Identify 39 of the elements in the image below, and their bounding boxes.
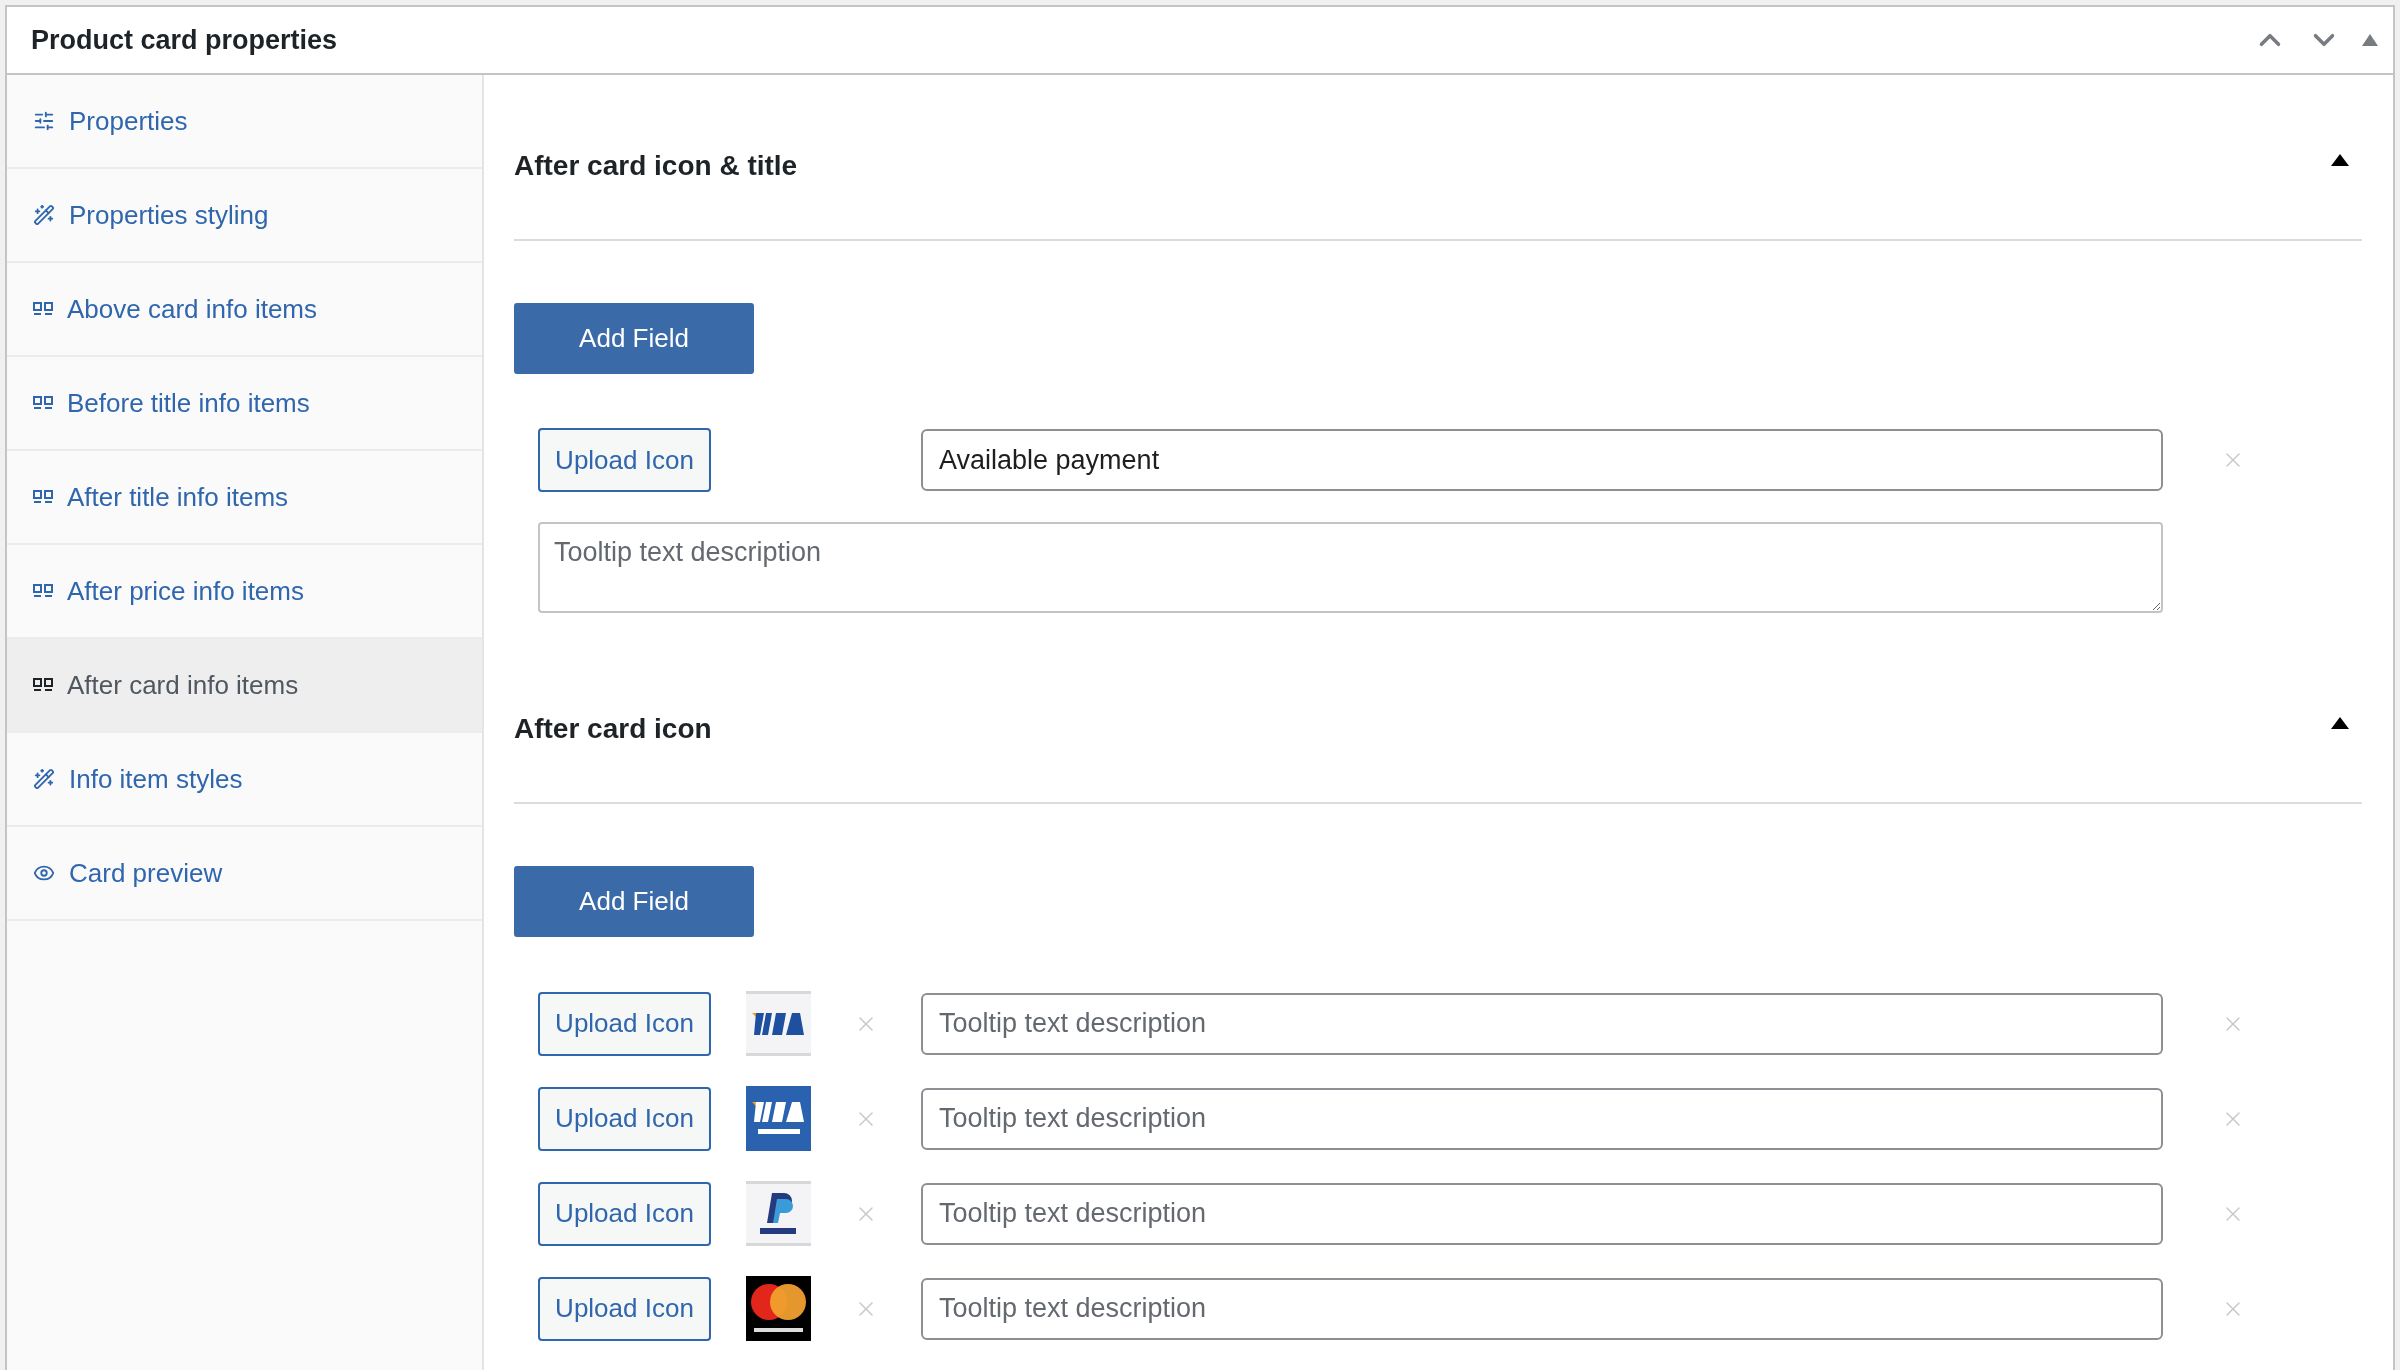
triangle-up-icon[interactable] (2330, 716, 2350, 730)
panel-title: Product card properties (31, 23, 338, 57)
upload-icon-button[interactable]: Upload Icon (538, 1276, 711, 1341)
magic-wand-icon (33, 768, 55, 790)
card-logo-icon (746, 1276, 811, 1341)
section-heading: After card icon & title (514, 149, 798, 183)
sidebar-item[interactable]: Before title info items (7, 357, 482, 451)
sidebar-item[interactable]: Properties styling (7, 169, 482, 263)
upload-icon-button[interactable]: Upload Icon (538, 1086, 711, 1151)
sidebar-item[interactable]: Card preview (7, 827, 482, 921)
sidebar-item[interactable]: After card info items (7, 639, 482, 733)
tooltip-input-field[interactable]: Tooltip text description (921, 1277, 2163, 1340)
upload-icon-button[interactable]: Upload Icon (538, 1181, 711, 1246)
card-logo-icon (746, 1181, 811, 1246)
title-input-field[interactable]: Available payment (921, 429, 2163, 491)
two-squares-icon (33, 396, 53, 410)
sidebar-item[interactable]: Info item styles (7, 733, 482, 827)
sliders-icon (33, 110, 55, 132)
two-squares-icon (33, 678, 53, 692)
add-field-button[interactable]: Add Field (514, 303, 754, 374)
card-logo-icon (746, 991, 811, 1056)
add-field-button[interactable]: Add Field (514, 866, 754, 937)
two-squares-icon (33, 490, 53, 504)
triangle-up-icon[interactable] (2330, 153, 2350, 167)
magic-wand-icon (33, 204, 55, 226)
upload-icon-button[interactable]: Upload Icon (538, 428, 711, 492)
tooltip-input-field[interactable]: Tooltip text description (921, 1087, 2163, 1150)
section-heading: After card icon (514, 712, 712, 746)
two-squares-icon (33, 302, 53, 316)
tooltip-textarea[interactable]: Tooltip text description (538, 522, 2163, 613)
two-squares-icon (33, 584, 53, 598)
card-logo-icon (746, 1086, 811, 1151)
sidebar-item[interactable]: Above card info items (7, 263, 482, 357)
sidebar-item[interactable]: After title info items (7, 451, 482, 545)
tooltip-input-field[interactable]: Tooltip text description (921, 1182, 2163, 1245)
upload-icon-button[interactable]: Upload Icon (538, 991, 711, 1056)
collapse-triangle-icon[interactable] (2361, 33, 2379, 47)
sidebar-item[interactable]: Properties (7, 75, 482, 169)
tooltip-input-field[interactable]: Tooltip text description (921, 992, 2163, 1055)
